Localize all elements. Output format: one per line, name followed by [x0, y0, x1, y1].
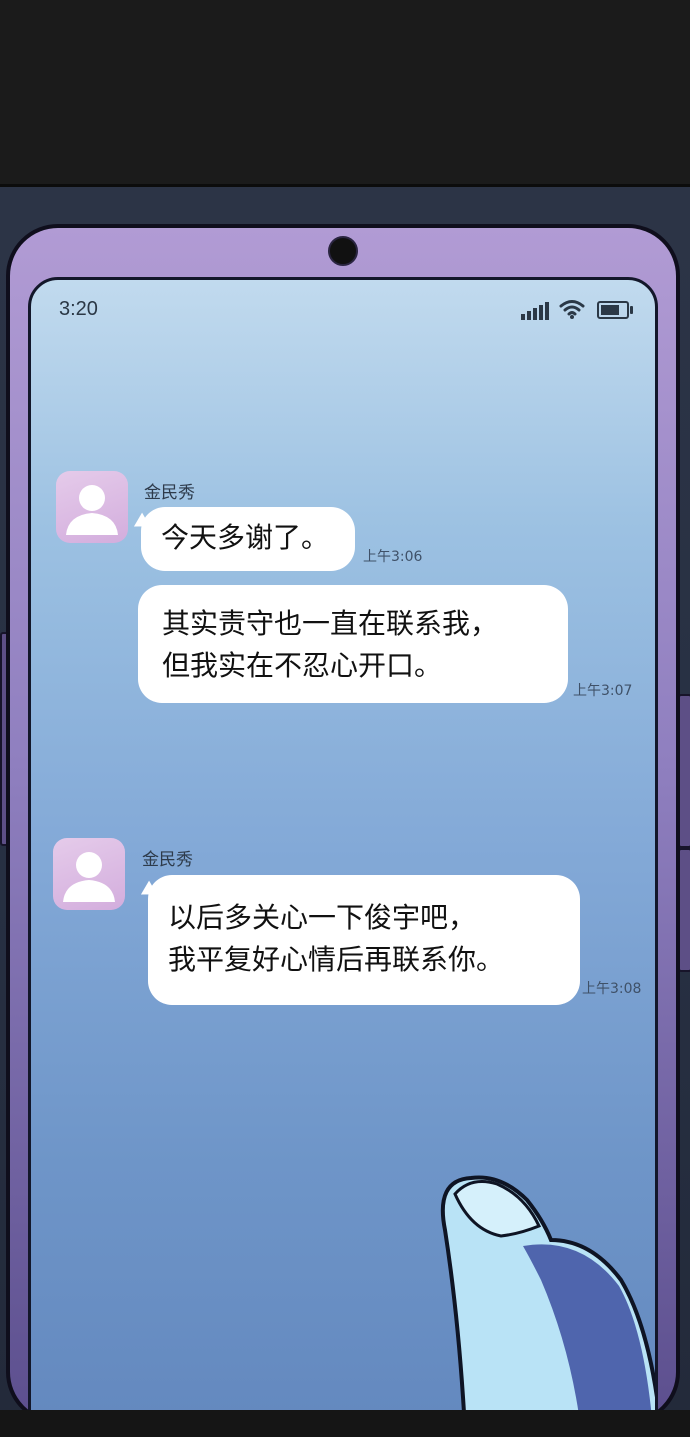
- message-time: 上午3:06: [363, 549, 423, 565]
- battery-icon: [597, 301, 633, 319]
- front-camera: [328, 236, 358, 266]
- message-bubble[interactable]: 今天多谢了。: [141, 507, 355, 571]
- person-silhouette-icon: [63, 852, 115, 902]
- avatar[interactable]: [56, 471, 128, 543]
- finger-illustration: [440, 1175, 655, 1414]
- message-time: 上午3:07: [573, 683, 633, 699]
- message-bubble[interactable]: 其实责守也一直在联系我， 但我实在不忍心开口。: [138, 585, 568, 703]
- top-comic-panel: [0, 0, 690, 187]
- wifi-icon: [559, 300, 585, 319]
- status-time: 3:20: [59, 298, 98, 320]
- message-time: 上午3:08: [582, 981, 642, 997]
- message-bubble[interactable]: 以后多关心一下俊宇吧， 我平复好心情后再联系你。: [148, 875, 580, 1005]
- bottom-strip: [0, 1410, 690, 1437]
- sender-name: 金民秀: [144, 483, 195, 503]
- avatar[interactable]: [53, 838, 125, 910]
- signal-bars-icon: [521, 302, 551, 320]
- sender-name: 金民秀: [142, 850, 193, 870]
- person-silhouette-icon: [66, 485, 118, 535]
- phone-screen: 3:20 金民秀 今天多谢了。 上午3:06 其实责守也一直在联系我， 但我实在…: [28, 277, 658, 1417]
